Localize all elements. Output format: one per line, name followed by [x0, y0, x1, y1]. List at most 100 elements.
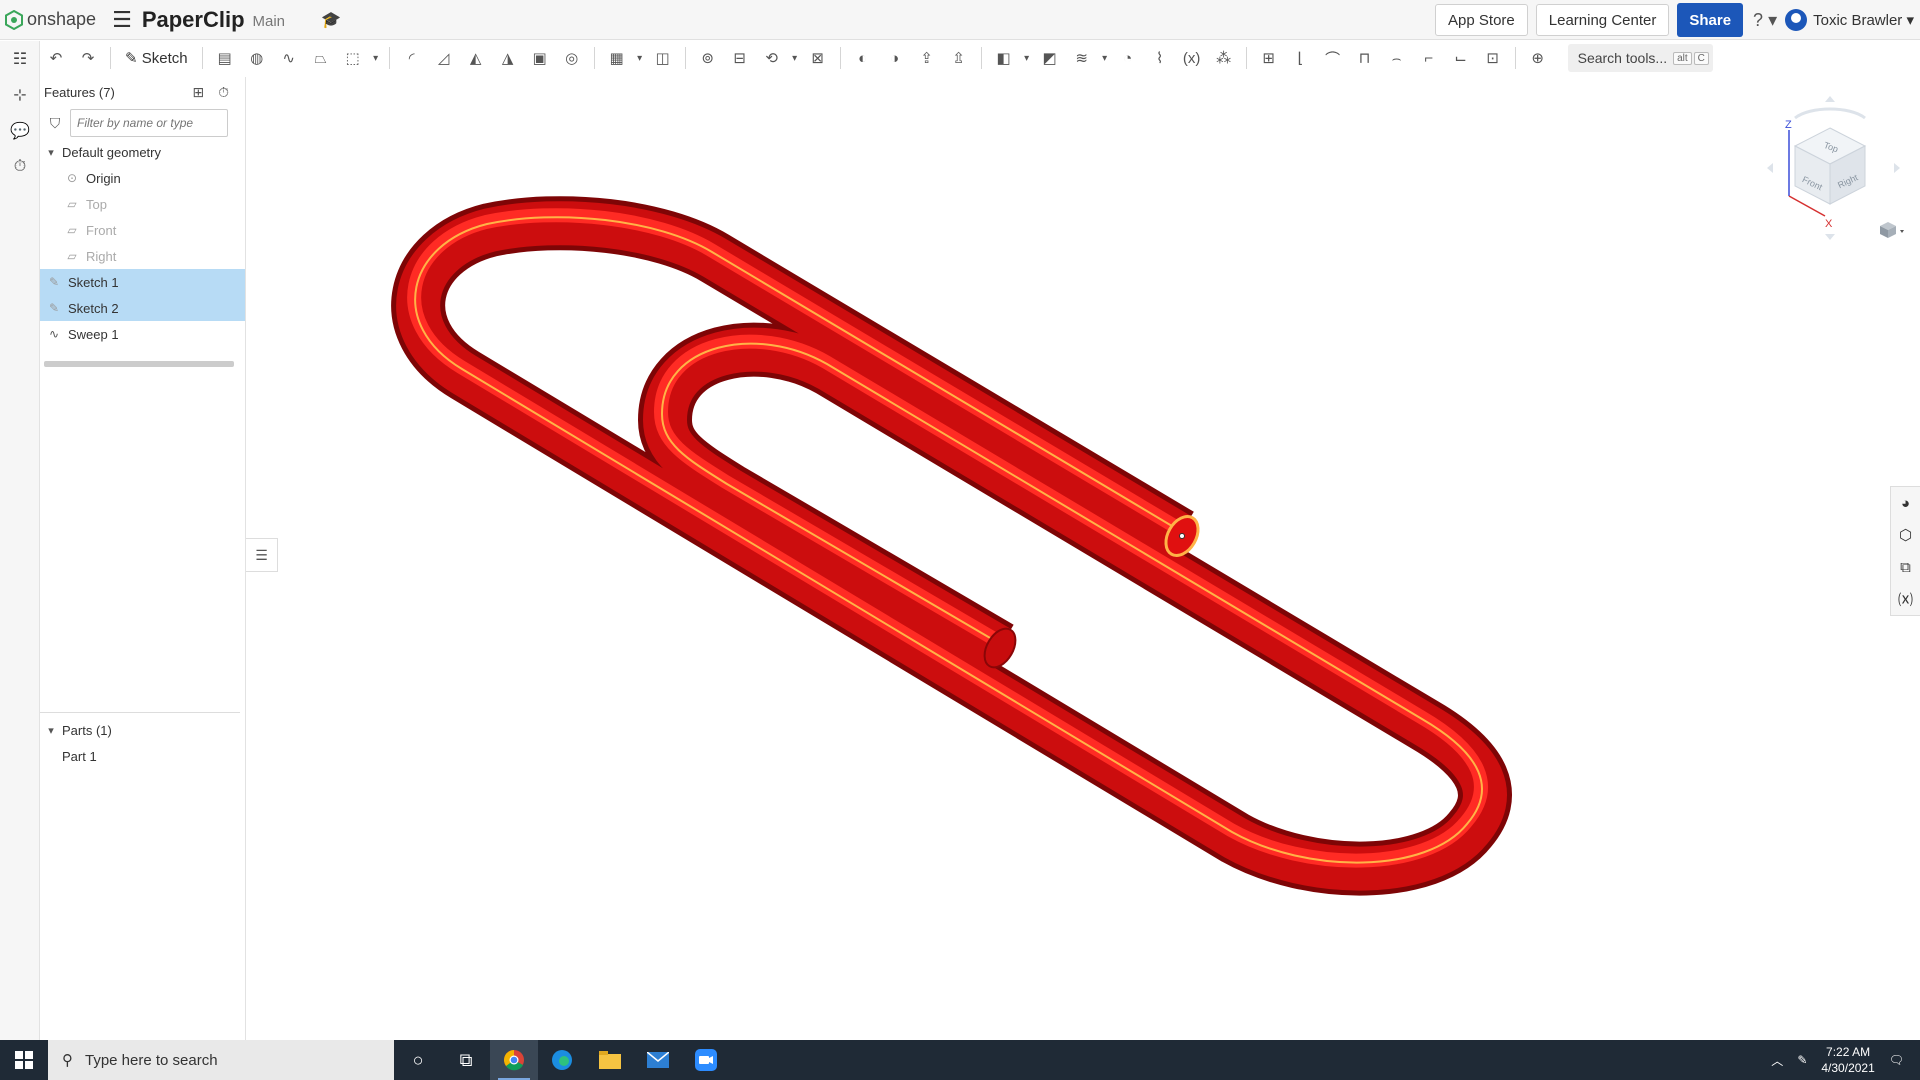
app-store-button[interactable]: App Store [1435, 4, 1528, 36]
menu-icon[interactable]: ☰ [112, 7, 132, 33]
chamfer-icon[interactable]: ◿ [428, 44, 460, 72]
redo-icon[interactable]: ↷ [72, 44, 104, 72]
add-custom-feature-icon[interactable]: ⊕ [1522, 44, 1554, 72]
tab-icon[interactable]: ⊓ [1349, 44, 1381, 72]
rib-icon[interactable]: ◮ [492, 44, 524, 72]
fillet-icon[interactable]: ◜ [396, 44, 428, 72]
chrome-icon[interactable] [490, 1040, 538, 1080]
flange-icon[interactable]: ⌊ [1285, 44, 1317, 72]
graphics-viewport[interactable] [247, 77, 1920, 1040]
extrude-icon[interactable]: ▤ [209, 44, 241, 72]
modify-fillet-icon[interactable]: ◐ [847, 44, 879, 72]
transform-icon[interactable]: ⟲ [756, 44, 788, 72]
revolve-icon[interactable]: ◍ [241, 44, 273, 72]
bend-icon[interactable]: ⌢ [1381, 44, 1413, 72]
chevron-down-icon[interactable]: ▾ [40, 724, 62, 737]
hole-icon[interactable]: ◎ [556, 44, 588, 72]
help-icon[interactable]: ? ▾ [1753, 10, 1777, 31]
rollback-timer-icon[interactable]: ⏱ [218, 84, 229, 101]
tree-row-plane-top[interactable]: ▱ Top [40, 191, 245, 217]
feature-list-icon[interactable]: ☷ [0, 41, 40, 77]
arrow-left-icon[interactable] [1767, 163, 1773, 173]
windows-start-icon[interactable] [0, 1040, 48, 1080]
paperclip-model[interactable] [247, 77, 1920, 1040]
split-icon[interactable]: ⊟ [724, 44, 756, 72]
filter-icon[interactable]: ⛉ [40, 115, 70, 132]
tree-row-sweep-1[interactable]: ∿ Sweep 1 [40, 321, 245, 347]
tree-row-default-geometry[interactable]: ▾ Default geometry [40, 139, 245, 165]
chevron-down-icon[interactable]: ▾ [40, 146, 62, 159]
graduation-cap-icon[interactable]: 🎓 [321, 10, 341, 30]
view-options-icon[interactable] [1880, 222, 1904, 238]
filter-input[interactable] [70, 109, 228, 137]
section-view-icon[interactable]: ⧉ [1891, 551, 1920, 583]
fit-spline-icon[interactable]: ⌇ [1144, 44, 1176, 72]
learning-center-button[interactable]: Learning Center [1535, 4, 1670, 36]
arrow-up-icon[interactable] [1825, 96, 1835, 102]
measure-icon[interactable]: ◔ [1112, 44, 1144, 72]
notifications-icon[interactable]: 🗨 [1889, 1053, 1904, 1067]
tree-row-part-1[interactable]: Part 1 [40, 743, 240, 769]
sheet-metal-icon[interactable]: ⊞ [1253, 44, 1285, 72]
variable-icon[interactable]: (x) [1176, 44, 1208, 72]
replace-face-icon[interactable]: ⇫ [943, 44, 975, 72]
history-icon[interactable]: ⏱ [0, 149, 40, 185]
sweep-icon[interactable]: ∿ [273, 44, 305, 72]
mirror-icon[interactable]: ◫ [647, 44, 679, 72]
chevron-down-icon[interactable]: ▾ [1020, 44, 1034, 72]
helix-icon[interactable]: ≋ [1066, 44, 1098, 72]
add-folder-icon[interactable]: ⊞ [192, 84, 204, 101]
sketch-button[interactable]: ✎ Sketch [117, 49, 196, 68]
insert-icon[interactable]: ⊹ [0, 77, 40, 113]
share-button[interactable]: Share [1677, 3, 1744, 37]
boolean-icon[interactable]: ⊚ [692, 44, 724, 72]
chevron-down-icon[interactable]: ▾ [369, 44, 383, 72]
arrow-down-icon[interactable] [1825, 234, 1835, 240]
pattern-icon[interactable]: ▦ [601, 44, 633, 72]
corner-icon[interactable]: ⌙ [1445, 44, 1477, 72]
branch-name[interactable]: Main [253, 13, 286, 30]
chevron-up-icon[interactable]: ︿ [1771, 1052, 1783, 1069]
view-cube[interactable]: Top Front Right Z X [1755, 88, 1905, 248]
document-title[interactable]: PaperClip [142, 7, 245, 33]
clock[interactable]: 7:22 AM 4/30/2021 [1821, 1044, 1874, 1076]
undo-icon[interactable]: ↶ [40, 44, 72, 72]
form-icon[interactable]: ⌐ [1413, 44, 1445, 72]
arrow-right-icon[interactable] [1894, 163, 1900, 173]
user-menu[interactable]: Toxic Brawler ▾ [1785, 9, 1914, 31]
tree-row-plane-right[interactable]: ▱ Right [40, 243, 245, 269]
configure-icon[interactable]: ⁂ [1208, 44, 1240, 72]
move-face-icon[interactable]: ⇪ [911, 44, 943, 72]
mail-icon[interactable] [634, 1040, 682, 1080]
chevron-down-icon[interactable]: ▾ [633, 44, 647, 72]
thicken-icon[interactable]: ⬚ [337, 44, 369, 72]
rollback-bar[interactable] [44, 361, 234, 367]
tree-row-plane-front[interactable]: ▱ Front [40, 217, 245, 243]
pen-icon[interactable]: ✎ [1797, 1053, 1807, 1067]
shell-icon[interactable]: ▣ [524, 44, 556, 72]
chevron-down-icon[interactable]: ▾ [1098, 44, 1112, 72]
delete-face-icon[interactable]: ◑ [879, 44, 911, 72]
mass-properties-icon[interactable]: ⬡ [1891, 519, 1920, 551]
file-explorer-icon[interactable] [586, 1040, 634, 1080]
search-tools-input[interactable]: Search tools... alt C [1567, 44, 1713, 72]
variable-table-icon[interactable]: ⒳ [1891, 583, 1920, 615]
taskbar-search[interactable]: ⚲ Type here to search [48, 1040, 394, 1080]
zoom-icon[interactable] [682, 1040, 730, 1080]
edge-icon[interactable] [538, 1040, 586, 1080]
loft-icon[interactable]: ⏢ [305, 44, 337, 72]
draft-icon[interactable]: ◭ [460, 44, 492, 72]
tree-row-parts[interactable]: ▾ Parts (1) [40, 717, 240, 743]
task-view-icon[interactable]: ⧉ [442, 1040, 490, 1080]
tree-row-sketch-2[interactable]: ✎ Sketch 2 [40, 295, 245, 321]
chevron-down-icon[interactable]: ▾ [788, 44, 802, 72]
hem-icon[interactable]: ⌒ [1317, 44, 1349, 72]
tree-row-sketch-1[interactable]: ✎ Sketch 1 [40, 269, 245, 295]
appearance-icon[interactable]: ◕ [1891, 487, 1920, 519]
delete-part-icon[interactable]: ⊠ [802, 44, 834, 72]
onshape-logo[interactable]: onshape [4, 9, 96, 30]
plane-icon[interactable]: ◧ [988, 44, 1020, 72]
tree-row-origin[interactable]: ⊙ Origin [40, 165, 245, 191]
finish-sheet-metal-icon[interactable]: ⊡ [1477, 44, 1509, 72]
cortana-icon[interactable]: ○ [394, 1040, 442, 1080]
